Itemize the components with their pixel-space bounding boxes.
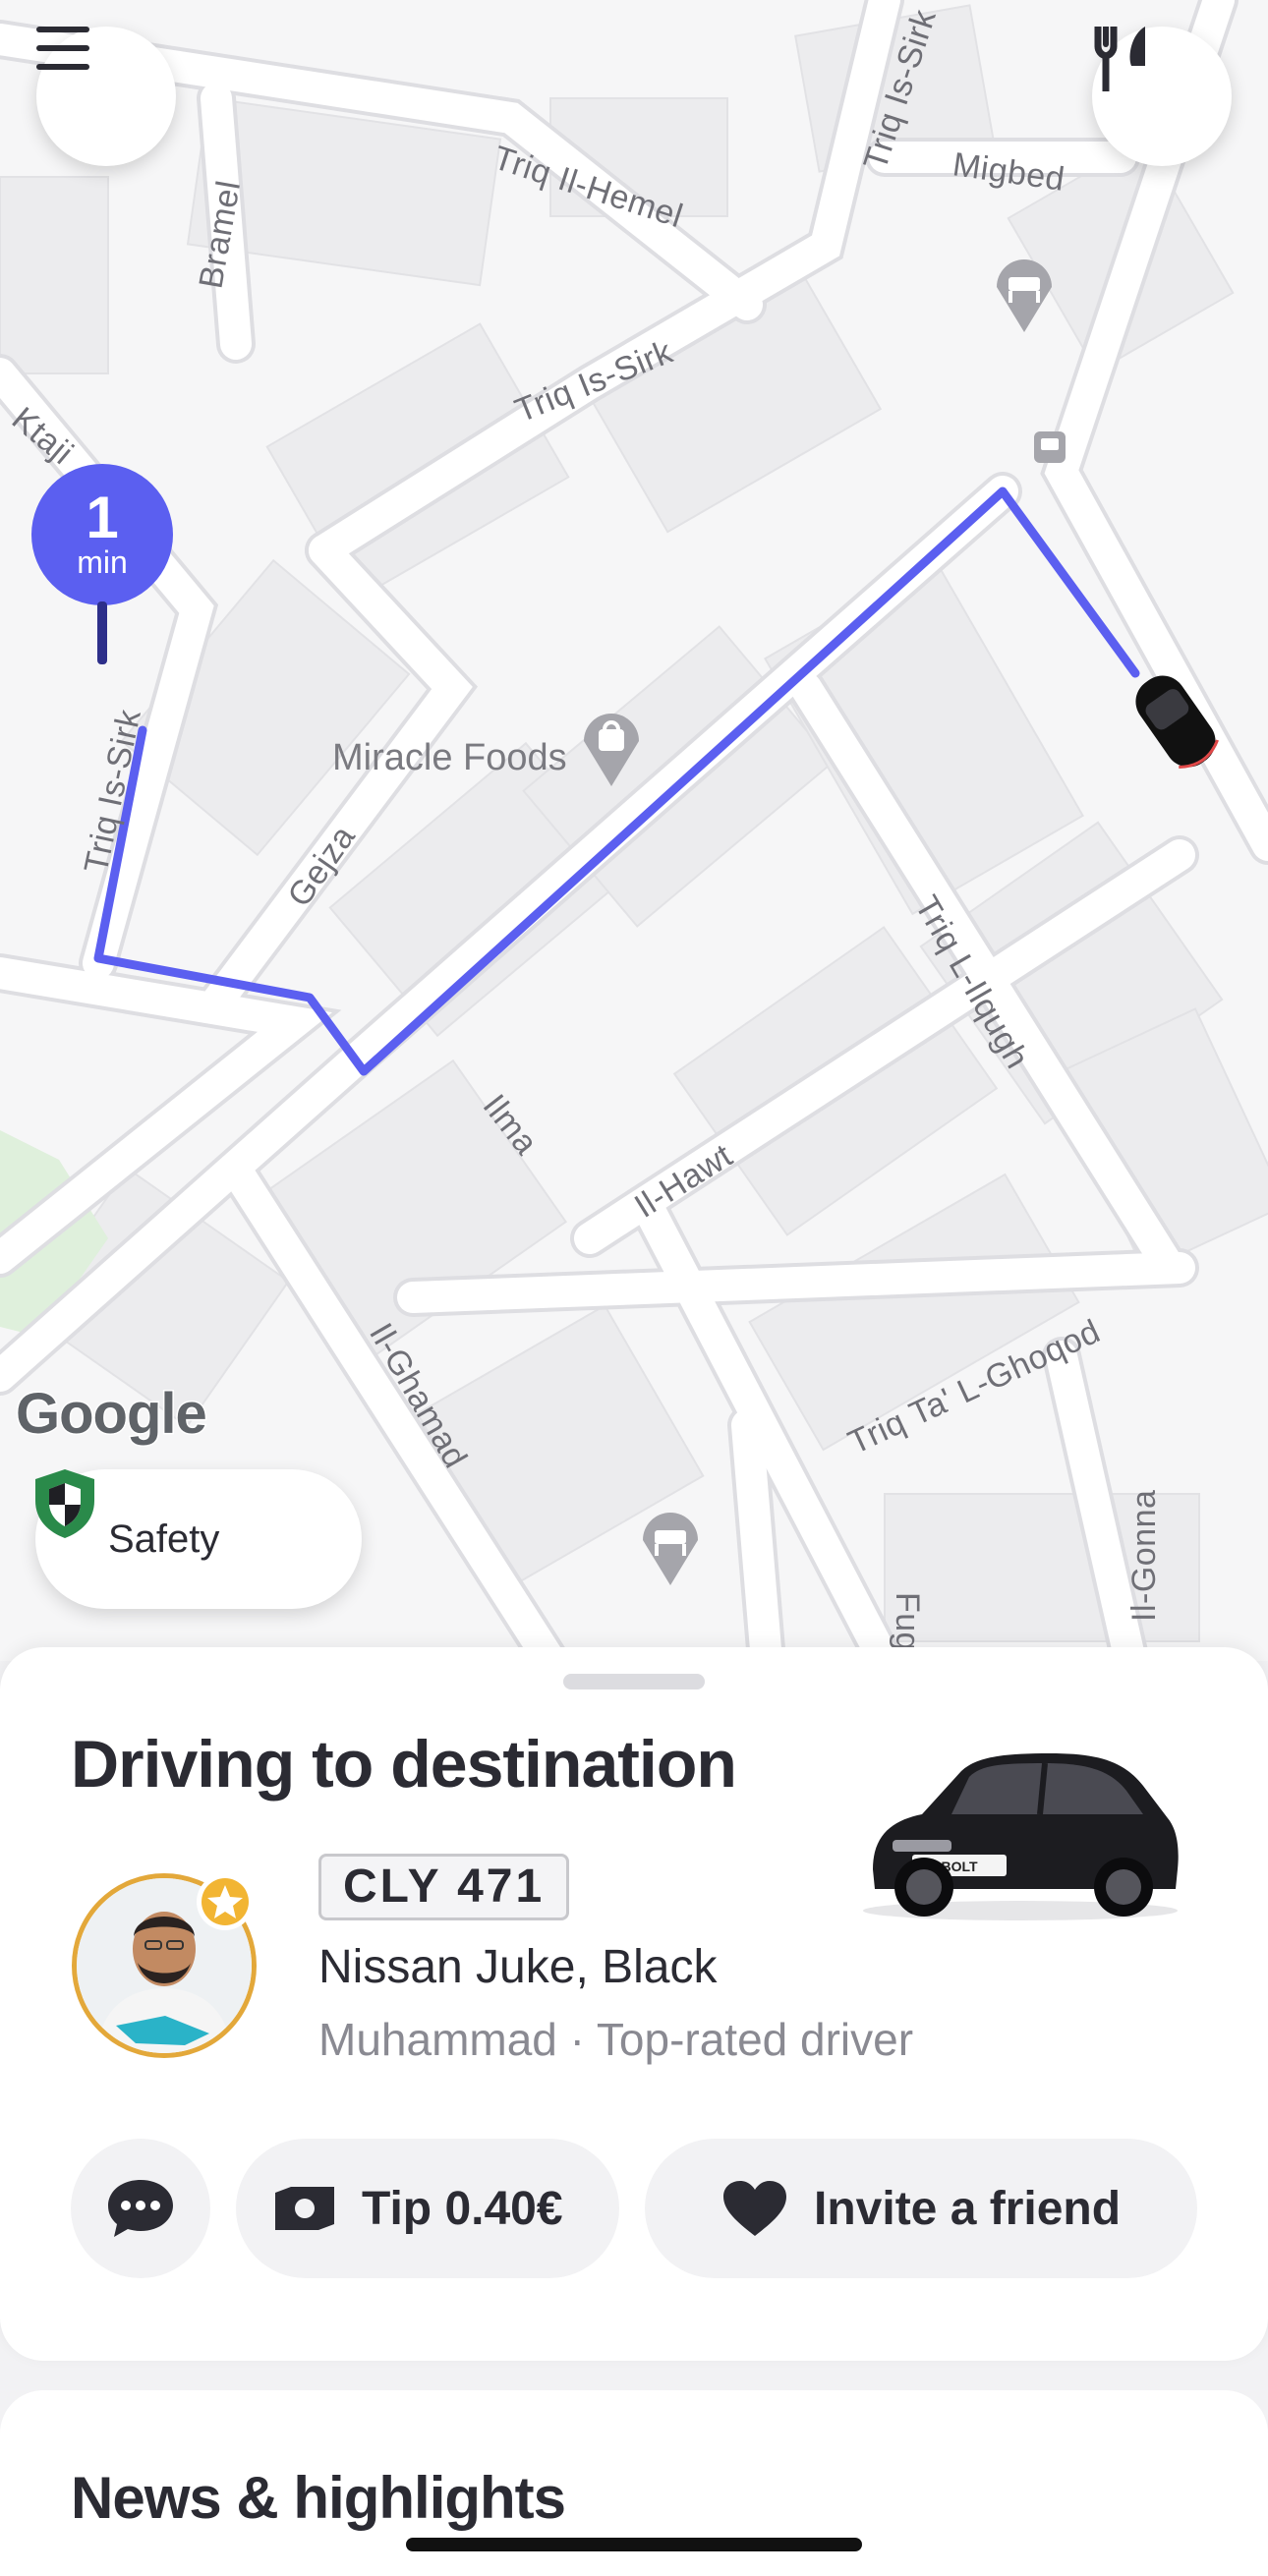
poi-label: Miracle Foods <box>332 737 567 778</box>
map-view[interactable]: Triq Il-Hemel Triq Is-Sirk Migbed Bramel… <box>0 0 1268 1661</box>
driver-info: Muhammad · Top-rated driver <box>318 2014 914 2065</box>
fork-knife-icon <box>1094 27 1145 91</box>
street-label: Il-Gonna <box>1125 1490 1163 1622</box>
cash-icon <box>275 2187 334 2230</box>
home-indicator[interactable] <box>406 2538 862 2551</box>
eta-marker: 1 min <box>31 464 173 605</box>
google-logo: Google <box>15 1381 209 1448</box>
hamburger-menu-icon <box>36 27 89 70</box>
menu-button[interactable] <box>36 27 176 166</box>
trip-status-title: Driving to destination <box>71 1727 737 1802</box>
tip-label: Tip 0.40€ <box>362 2182 563 2235</box>
sheet-handle[interactable] <box>563 1674 705 1689</box>
invite-friend-button[interactable]: Invite a friend <box>645 2139 1197 2278</box>
car-model: Nissan Juke, Black <box>318 1941 718 1993</box>
chat-bubble-icon <box>108 2180 173 2237</box>
safety-button[interactable]: Safety <box>35 1469 362 1609</box>
hotel-icon <box>643 1513 698 1585</box>
shield-icon <box>35 1469 94 1538</box>
street-label: Fug <box>889 1592 926 1651</box>
eta-value: 1 <box>86 485 119 550</box>
news-title: News & highlights <box>71 2465 566 2531</box>
invite-label: Invite a friend <box>814 2182 1122 2235</box>
hotel-icon <box>997 259 1052 332</box>
bus-stop-icon <box>1034 431 1066 463</box>
tip-button[interactable]: Tip 0.40€ <box>236 2139 619 2278</box>
chat-button[interactable] <box>71 2139 210 2278</box>
safety-label: Safety <box>108 1517 220 1561</box>
food-delivery-button[interactable] <box>1092 27 1232 166</box>
top-rated-star-icon <box>197 1873 254 1930</box>
car-image: BOLT <box>863 1753 1179 1920</box>
eta-unit: min <box>77 544 128 580</box>
heart-icon <box>723 2181 786 2236</box>
trip-sheet: Driving to destination BOLT CLY 471 Niss… <box>0 1647 1268 2361</box>
license-plate: CLY 471 <box>318 1854 570 1920</box>
eta-marker-pin <box>97 601 107 664</box>
